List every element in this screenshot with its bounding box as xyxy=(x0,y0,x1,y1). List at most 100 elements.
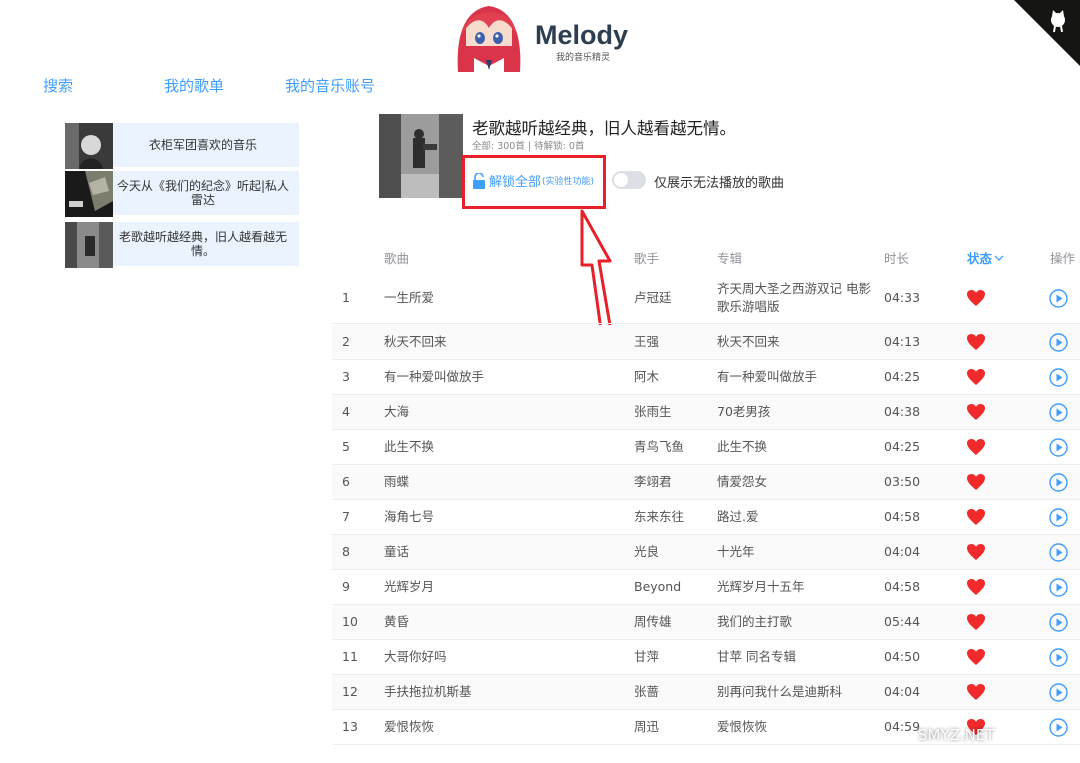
cell-duration: 04:25 xyxy=(884,439,921,454)
play-icon[interactable] xyxy=(1049,543,1068,562)
play-icon[interactable] xyxy=(1049,648,1068,667)
sidebar-playlist-item[interactable]: 衣柜军团喜欢的音乐 xyxy=(65,123,299,169)
play-icon[interactable] xyxy=(1049,613,1068,632)
cell-artist: 甘萍 xyxy=(634,649,660,664)
play-icon[interactable] xyxy=(1049,403,1068,422)
cell-duration: 04:25 xyxy=(884,369,921,384)
cell-artist: 李翊君 xyxy=(634,474,672,489)
play-icon[interactable] xyxy=(1049,718,1068,737)
cell-duration: 04:38 xyxy=(884,404,921,419)
cell-album: 爱恨恢恢 xyxy=(717,719,768,734)
playlist-name: 今天从《我们的纪念》听起|私人雷达 xyxy=(116,179,290,207)
cell-no: 10 xyxy=(342,614,358,629)
table-row[interactable]: 6 雨蝶 李翊君 情爱怨女 03:50 xyxy=(332,465,1080,500)
nav-my-account[interactable]: 我的音乐账号 xyxy=(285,75,375,96)
heart-icon xyxy=(967,579,985,595)
cell-song: 大哥你好吗 xyxy=(384,649,447,664)
sidebar-playlist-item[interactable]: 老歌越听越经典，旧人越看越无情。 xyxy=(65,222,299,268)
table-row[interactable]: 9 光辉岁月 Beyond 光辉岁月十五年 04:58 xyxy=(332,570,1080,605)
cell-song: 一生所爱 xyxy=(384,289,435,305)
cell-artist: 周传雄 xyxy=(634,614,672,629)
playlist-stats: 全部: 300首 | 待解锁: 0首 xyxy=(472,141,585,152)
cell-song: 雨蝶 xyxy=(384,474,410,489)
cell-duration: 04:04 xyxy=(884,544,921,559)
cell-album: 别再问我什么是迪斯科 xyxy=(717,684,843,699)
play-icon[interactable] xyxy=(1049,508,1068,527)
cell-album: 我们的主打歌 xyxy=(717,614,793,629)
cell-no: 4 xyxy=(342,404,350,419)
table-row[interactable]: 7 海角七号 东来东往 路过.爱 04:58 xyxy=(332,500,1080,535)
col-header-song: 歌曲 xyxy=(384,251,410,266)
cell-no: 3 xyxy=(342,369,350,384)
play-icon[interactable] xyxy=(1049,473,1068,492)
heart-icon xyxy=(967,544,985,560)
heart-icon xyxy=(967,509,985,525)
show-unplayable-toggle[interactable] xyxy=(612,171,646,189)
sidebar-playlist-item[interactable]: 今天从《我们的纪念》听起|私人雷达 xyxy=(65,171,299,217)
cell-no: 11 xyxy=(342,649,358,664)
cell-no: 1 xyxy=(342,289,350,305)
cell-song: 童话 xyxy=(384,544,410,559)
cell-song: 大海 xyxy=(384,404,410,419)
cell-no: 12 xyxy=(342,684,358,699)
col-header-action: 操作 xyxy=(1050,251,1076,266)
cell-duration: 05:44 xyxy=(884,614,921,629)
heart-icon xyxy=(967,649,985,665)
table-row[interactable]: 8 童话 光良 十光年 04:04 xyxy=(332,535,1080,570)
cell-duration: 03:50 xyxy=(884,474,921,489)
cell-duration: 04:04 xyxy=(884,684,921,699)
app-subtitle: 我的音乐精灵 xyxy=(556,53,611,63)
cell-no: 8 xyxy=(342,544,350,559)
play-icon[interactable] xyxy=(1049,368,1068,387)
play-icon[interactable] xyxy=(1049,288,1068,308)
play-icon[interactable] xyxy=(1049,683,1068,702)
cell-duration: 04:58 xyxy=(884,579,921,594)
heart-icon xyxy=(967,369,985,385)
cell-album: 此生不换 xyxy=(717,439,768,454)
table-row[interactable]: 2 秋天不回来 王强 秋天不回来 04:13 xyxy=(332,325,1080,360)
table-row[interactable]: 10 黄昏 周传雄 我们的主打歌 05:44 xyxy=(332,605,1080,640)
cell-song: 有一种爱叫做放手 xyxy=(384,369,485,384)
col-header-album: 专辑 xyxy=(717,251,743,266)
cell-album: 甘苹 同名专辑 xyxy=(717,649,796,664)
col-header-duration: 时长 xyxy=(884,251,910,266)
cell-duration: 04:33 xyxy=(884,289,921,305)
cell-no: 13 xyxy=(342,719,358,734)
cell-duration: 04:58 xyxy=(884,509,921,524)
col-header-status-label: 状态 xyxy=(967,251,993,266)
table-row[interactable]: 5 此生不换 青鸟飞鱼 此生不换 04:25 xyxy=(332,430,1080,465)
heart-icon xyxy=(967,614,985,630)
cell-no: 5 xyxy=(342,439,350,454)
cell-song: 黄昏 xyxy=(384,614,410,629)
play-icon[interactable] xyxy=(1049,438,1068,457)
col-header-artist: 歌手 xyxy=(634,251,660,266)
col-header-status[interactable]: 状态 xyxy=(967,248,1004,267)
cell-album: 光辉岁月十五年 xyxy=(717,579,805,594)
cell-song: 秋天不回来 xyxy=(384,334,447,349)
cell-album: 路过.爱 xyxy=(717,509,759,524)
playlist-title: 老歌越听越经典，旧人越看越无情。 xyxy=(472,119,736,138)
heart-icon xyxy=(967,439,985,455)
heart-icon xyxy=(967,289,985,306)
play-icon[interactable] xyxy=(1049,333,1068,352)
table-row[interactable]: 11 大哥你好吗 甘萍 甘苹 同名专辑 04:50 xyxy=(332,640,1080,675)
cell-song: 光辉岁月 xyxy=(384,579,435,594)
table-row[interactable]: 12 手扶拖拉机斯基 张蔷 别再问我什么是迪斯科 04:04 xyxy=(332,675,1080,710)
cell-artist: 阿木 xyxy=(634,369,660,384)
table-row[interactable]: 4 大海 张雨生 70老男孩 04:38 xyxy=(332,395,1080,430)
playlist-name: 衣柜军团喜欢的音乐 xyxy=(148,138,257,152)
nav-search[interactable]: 搜索 xyxy=(43,75,73,96)
cell-no: 6 xyxy=(342,474,350,489)
table-row[interactable]: 3 有一种爱叫做放手 阿木 有一种爱叫做放手 04:25 xyxy=(332,360,1080,395)
table-row[interactable]: 1 一生所爱 卢冠廷 齐天周大圣之西游双记 电影歌乐游唱版 04:33 xyxy=(332,272,1080,324)
toggle-knob xyxy=(614,173,628,187)
cell-song: 爱恨恢恢 xyxy=(384,719,435,734)
cell-artist: 卢冠廷 xyxy=(634,289,672,305)
cell-album: 齐天周大圣之西游双记 电影歌乐游唱版 xyxy=(717,280,871,314)
github-corner-icon[interactable] xyxy=(1014,0,1080,66)
heart-icon xyxy=(967,404,985,420)
playlist-cover xyxy=(379,114,463,198)
play-icon[interactable] xyxy=(1049,578,1068,597)
nav-my-playlists[interactable]: 我的歌单 xyxy=(164,75,224,96)
cell-album: 70老男孩 xyxy=(717,404,771,419)
